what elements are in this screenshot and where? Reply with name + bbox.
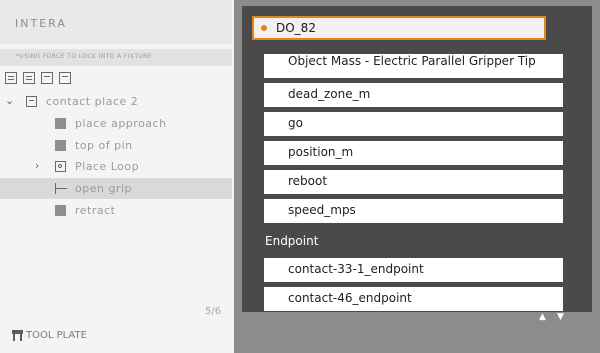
tree-node-label: place approach bbox=[75, 117, 167, 130]
task-description: *USING FORCE TO LOCK INTO A FIXTURE bbox=[16, 53, 152, 60]
group-header-endpoint: Endpoint bbox=[265, 234, 319, 248]
dropdown-option[interactable]: reboot bbox=[264, 170, 563, 194]
subtree-icon[interactable] bbox=[41, 72, 53, 84]
tree-node-open-grip[interactable]: open grip bbox=[0, 178, 232, 199]
tool-plate-label[interactable]: TOOL PLATE bbox=[26, 330, 87, 341]
panel-header: INTERA bbox=[0, 0, 232, 44]
square-icon bbox=[55, 140, 66, 151]
tree-node-label: contact place 2 bbox=[46, 95, 139, 108]
dropdown-option[interactable]: contact-33-1_endpoint bbox=[264, 258, 563, 282]
tree-node-label: top of pin bbox=[75, 139, 133, 152]
loop-icon bbox=[55, 161, 66, 172]
square-icon bbox=[55, 118, 66, 129]
sequence-icon bbox=[26, 96, 37, 107]
chevron-right-icon[interactable]: › bbox=[35, 159, 39, 172]
collapse-all-icon[interactable] bbox=[5, 72, 17, 84]
tool-plate-icon bbox=[12, 330, 23, 341]
tree-node-label: open grip bbox=[75, 182, 132, 195]
tree-node-place-loop[interactable]: › Place Loop bbox=[0, 156, 232, 177]
tree-node-retract[interactable]: retract bbox=[0, 200, 232, 221]
scroll-up-icon[interactable]: ▲ bbox=[539, 312, 546, 322]
signal-dropdown-list[interactable]: DO_82 Object Mass - Electric Parallel Gr… bbox=[242, 6, 592, 312]
task-description-bar: *USING FORCE TO LOCK INTO A FIXTURE bbox=[0, 49, 232, 66]
dropdown-option[interactable]: position_m bbox=[264, 141, 563, 165]
tree-node-place-approach[interactable]: place approach bbox=[0, 113, 232, 134]
tree-node-label: Place Loop bbox=[75, 160, 140, 173]
dropdown-option[interactable]: contact-46_endpoint bbox=[264, 287, 563, 311]
tree-node-top-of-pin[interactable]: top of pin bbox=[0, 135, 232, 156]
app-title: INTERA bbox=[15, 17, 67, 30]
dropdown-option[interactable]: Object Mass - Electric Parallel Gripper … bbox=[264, 54, 563, 78]
tree-node-contact-place-2[interactable]: ⌄ contact place 2 bbox=[0, 91, 232, 112]
gripper-icon bbox=[55, 183, 67, 194]
behavior-tree-panel: INTERA *USING FORCE TO LOCK INTO A FIXTU… bbox=[0, 0, 234, 353]
page-indicator: 5/6 bbox=[205, 306, 222, 317]
tree-toolbar bbox=[5, 72, 71, 84]
square-icon bbox=[55, 205, 66, 216]
dropdown-option[interactable]: dead_zone_m bbox=[264, 83, 563, 107]
selected-signal-field[interactable]: DO_82 bbox=[252, 16, 546, 40]
expand-all-icon[interactable] bbox=[23, 72, 35, 84]
node-icon[interactable] bbox=[59, 72, 71, 84]
tree-node-label: retract bbox=[75, 204, 116, 217]
status-dot-icon bbox=[261, 25, 267, 31]
chevron-down-icon[interactable]: ⌄ bbox=[5, 94, 14, 107]
selected-signal-value: DO_82 bbox=[276, 21, 316, 35]
scroll-down-icon[interactable]: ▼ bbox=[557, 312, 564, 322]
dropdown-option[interactable]: speed_mps bbox=[264, 199, 563, 223]
dropdown-option[interactable]: go bbox=[264, 112, 563, 136]
